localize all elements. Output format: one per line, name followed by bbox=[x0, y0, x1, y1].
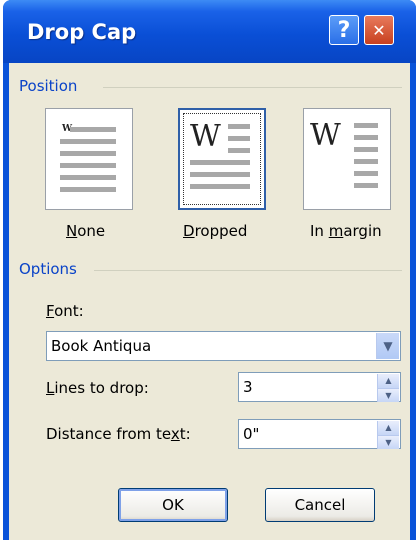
spin-up-icon[interactable]: ▲ bbox=[377, 421, 399, 435]
text-line bbox=[60, 175, 116, 180]
text-line bbox=[354, 135, 378, 140]
position-none-button[interactable]: W bbox=[45, 108, 133, 210]
close-button[interactable]: ✕ bbox=[364, 15, 394, 45]
position-in-margin-label: In margin bbox=[310, 222, 382, 240]
drop-cap-letter-icon: W bbox=[310, 118, 341, 153]
help-icon: ? bbox=[337, 17, 351, 43]
text-line bbox=[190, 160, 250, 165]
cancel-label: Cancel bbox=[294, 496, 346, 514]
text-line bbox=[190, 184, 250, 189]
distance-value: 0" bbox=[243, 425, 260, 443]
cancel-button[interactable]: Cancel bbox=[265, 488, 375, 522]
distance-spin-buttons[interactable]: ▲ ▼ bbox=[377, 421, 399, 449]
spin-down-icon[interactable]: ▼ bbox=[377, 387, 399, 402]
position-dropped-label: Dropped bbox=[183, 222, 248, 240]
text-line bbox=[60, 139, 116, 144]
text-line bbox=[228, 136, 250, 141]
text-line bbox=[70, 127, 116, 132]
text-line bbox=[60, 187, 116, 192]
font-value: Book Antiqua bbox=[51, 337, 152, 355]
chevron-down-icon[interactable]: ▼ bbox=[376, 333, 399, 359]
text-line bbox=[228, 124, 250, 129]
font-dropdown[interactable]: Book Antiqua ▼ bbox=[46, 331, 401, 361]
text-line bbox=[354, 159, 378, 164]
ok-button[interactable]: OK bbox=[118, 488, 228, 522]
position-divider bbox=[103, 87, 402, 88]
position-in-margin-button[interactable]: W bbox=[303, 108, 391, 210]
spin-up-icon[interactable]: ▲ bbox=[377, 374, 399, 388]
drop-cap-dialog: Drop Cap ? ✕ Position W None W Dropped W… bbox=[3, 0, 416, 540]
text-line bbox=[228, 148, 250, 153]
position-group-label: Position bbox=[19, 77, 78, 95]
text-line bbox=[354, 183, 378, 188]
title-bar[interactable]: Drop Cap ? ✕ bbox=[3, 0, 416, 63]
text-line bbox=[60, 151, 116, 156]
text-line bbox=[60, 163, 116, 168]
dialog-title: Drop Cap bbox=[27, 20, 137, 44]
distance-spinner[interactable]: 0" ▲ ▼ bbox=[238, 419, 401, 449]
text-line bbox=[354, 147, 378, 152]
dialog-body: Position W None W Dropped W In margin Op… bbox=[9, 63, 410, 540]
position-dropped-button[interactable]: W bbox=[178, 108, 266, 210]
lines-to-drop-label: Lines to drop: bbox=[46, 379, 149, 397]
lines-spin-buttons[interactable]: ▲ ▼ bbox=[377, 374, 399, 402]
text-line bbox=[354, 171, 378, 176]
close-icon: ✕ bbox=[372, 20, 386, 40]
drop-cap-letter-icon: W bbox=[190, 119, 221, 154]
help-button[interactable]: ? bbox=[329, 15, 359, 45]
position-none-label: None bbox=[66, 222, 106, 240]
distance-label: Distance from text: bbox=[46, 425, 191, 443]
ok-label: OK bbox=[162, 496, 184, 514]
options-divider bbox=[94, 270, 402, 271]
spin-down-icon[interactable]: ▼ bbox=[377, 434, 399, 449]
lines-to-drop-spinner[interactable]: 3 ▲ ▼ bbox=[238, 372, 401, 402]
font-label: Font: bbox=[46, 302, 84, 320]
text-line bbox=[354, 123, 378, 128]
lines-to-drop-value: 3 bbox=[243, 378, 253, 396]
text-line bbox=[190, 172, 250, 177]
options-group-label: Options bbox=[19, 260, 77, 278]
